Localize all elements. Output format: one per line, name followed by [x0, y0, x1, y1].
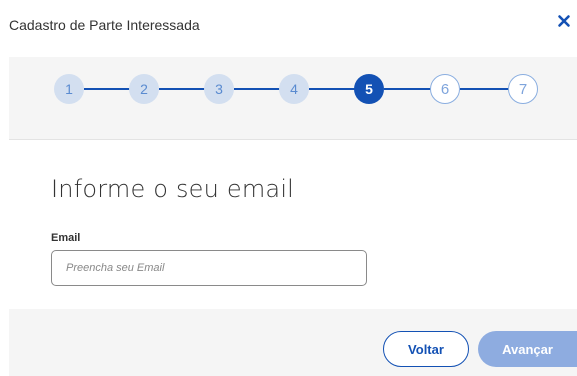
email-field[interactable] [51, 250, 367, 286]
step-5-current[interactable]: 5 [354, 74, 384, 104]
step-2[interactable]: 2 [129, 74, 159, 104]
step-connector [309, 88, 359, 90]
email-label: Email [51, 232, 81, 244]
step-3[interactable]: 3 [204, 74, 234, 104]
step-connector [234, 88, 284, 90]
step-7[interactable]: 7 [508, 74, 538, 104]
back-button[interactable]: Voltar [383, 331, 469, 367]
next-button[interactable]: Avançar [478, 331, 577, 367]
step-6[interactable]: 6 [430, 74, 460, 104]
stepper: 1 2 3 4 5 6 7 [0, 0, 577, 140]
step-connector [460, 88, 510, 90]
step-connector [159, 88, 209, 90]
step-4[interactable]: 4 [279, 74, 309, 104]
step-connector [384, 88, 434, 90]
section-heading: Informe o seu email [51, 175, 295, 203]
step-1[interactable]: 1 [54, 74, 84, 104]
step-connector [84, 88, 134, 90]
